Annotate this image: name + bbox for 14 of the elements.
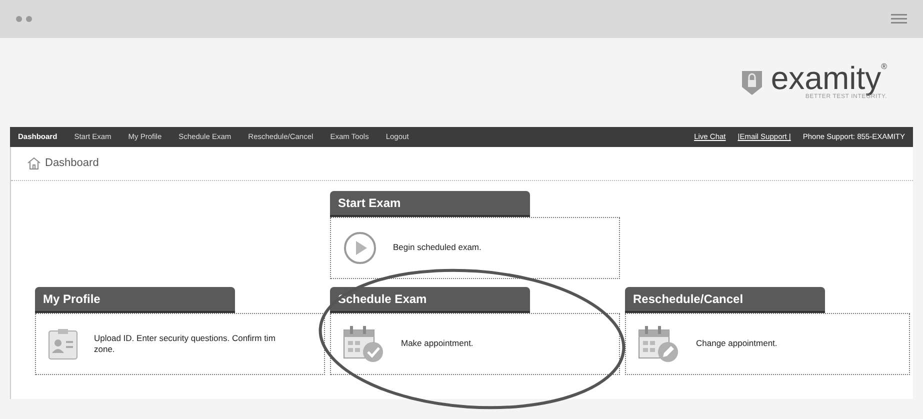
lock-shield-icon — [740, 70, 763, 96]
card-description: Make appointment. — [401, 338, 474, 349]
calendar-check-icon — [343, 324, 385, 364]
card-description: Upload ID. Enter security questions. Confirm tim — [94, 332, 276, 344]
registered-mark: ® — [881, 63, 887, 71]
card-description: Change appointment. — [696, 338, 778, 349]
play-icon — [343, 230, 377, 264]
home-icon — [27, 156, 41, 170]
card-description: Begin scheduled exam. — [393, 242, 482, 253]
card-description: zone. — [94, 344, 116, 354]
page-title: Dashboard — [45, 156, 99, 171]
calendar-pencil-icon — [638, 324, 680, 364]
menu-icon — [891, 14, 907, 24]
id-card-icon — [48, 328, 78, 360]
